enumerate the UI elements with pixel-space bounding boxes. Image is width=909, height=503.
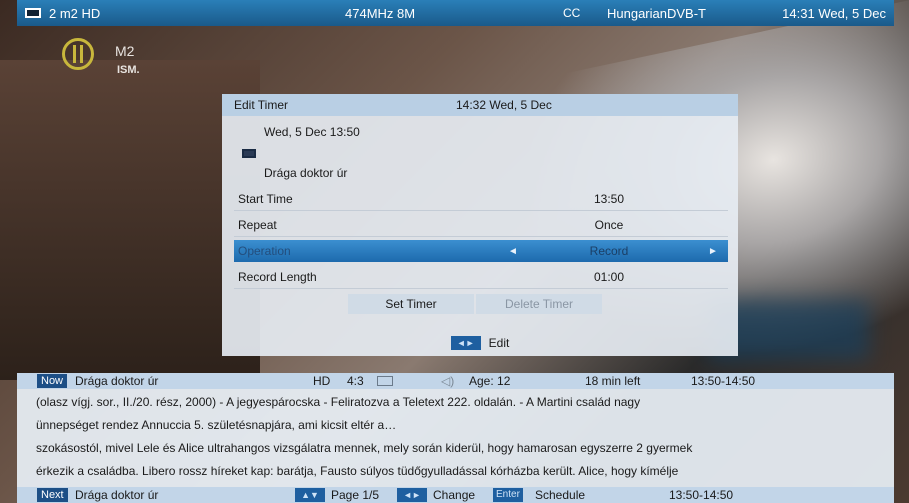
repeat-row[interactable]: Repeat Once: [234, 214, 728, 237]
channel-logo-name: M2: [115, 43, 135, 59]
page-key-icon: ▲▼: [295, 488, 325, 502]
next-time-range: 13:50-14:50: [669, 488, 734, 502]
arrow-left-icon[interactable]: ◄: [508, 246, 518, 257]
start-time-value: 13:50: [593, 192, 625, 206]
dialog-footer: ◄► Edit: [222, 330, 738, 356]
frequency: 474MHz 8M: [345, 5, 416, 21]
channel-name: 2 m2 HD: [49, 5, 101, 21]
record-length-row[interactable]: Record Length 01:00: [234, 266, 728, 289]
program-title: Drága doktor úr: [264, 166, 348, 180]
now-title: Drága doktor úr: [75, 374, 159, 388]
aspect-ratio: 4:3: [347, 374, 364, 388]
next-tag: Next: [37, 488, 68, 502]
dialog-title: Edit Timer: [234, 98, 289, 112]
start-time-label: Start Time: [238, 192, 293, 206]
operation-value: Record: [589, 244, 629, 258]
tv-icon: [242, 149, 256, 158]
schedule-hint[interactable]: Schedule: [535, 488, 585, 502]
edit-hint: Edit: [488, 336, 510, 350]
next-bar: Next Drága doktor úr ▲▼ Page 1/5 ◄► Chan…: [17, 487, 894, 503]
dialog-header: Edit Timer 14:32 Wed, 5 Dec: [222, 94, 738, 116]
set-timer-button[interactable]: Set Timer: [348, 294, 474, 314]
change-hint[interactable]: Change: [433, 488, 475, 502]
change-key-icon: ◄►: [397, 488, 427, 502]
format-badge: HD: [313, 374, 331, 388]
now-time-range: 13:50-14:50: [691, 374, 756, 388]
clock: 14:31 Wed, 5 Dec: [782, 5, 886, 21]
page-indicator[interactable]: Page 1/5: [331, 488, 379, 502]
tv-icon: [25, 8, 41, 18]
start-time-row[interactable]: Start Time 13:50: [234, 188, 728, 211]
channel-logo-sub: ISM.: [117, 64, 140, 76]
now-bar: Now Drága doktor úr HD 4:3 ◁) Age: 12 18…: [17, 373, 894, 389]
channel-info-bar: 2 m2 HD 474MHz 8M CC HungarianDVB-T 14:3…: [17, 0, 894, 26]
description-line: ünnepséget rendez Annuccia 5. születésna…: [36, 418, 397, 432]
description-line: érkezik a családba. Libero rossz híreket…: [36, 464, 679, 478]
subtitle-icon: [377, 376, 393, 386]
age-rating: Age: 12: [469, 374, 511, 388]
record-length-label: Record Length: [238, 270, 317, 284]
enter-key-icon: Enter: [493, 488, 523, 502]
dpad-icon: ◄►: [450, 336, 481, 350]
network-name: HungarianDVB-T: [607, 5, 706, 21]
subtitle-icon: CC: [563, 6, 581, 20]
operation-label: Operation: [238, 244, 291, 258]
arrow-right-icon[interactable]: ►: [708, 246, 718, 257]
edit-timer-dialog: Edit Timer 14:32 Wed, 5 Dec Wed, 5 Dec 1…: [222, 94, 738, 356]
program-date: Wed, 5 Dec 13:50: [264, 125, 360, 139]
description-line: (olasz vígj. sor., II./20. rész, 2000) -…: [36, 395, 641, 409]
next-title: Drága doktor úr: [75, 488, 159, 502]
channel-logo: [62, 38, 94, 70]
repeat-label: Repeat: [238, 218, 277, 232]
repeat-value: Once: [594, 218, 624, 232]
now-tag: Now: [37, 374, 68, 388]
audio-icon: ◁): [441, 374, 455, 388]
description-line: szokásostól, mivel Lele és Alice ultraha…: [36, 441, 693, 455]
dialog-clock: 14:32 Wed, 5 Dec: [456, 98, 552, 112]
delete-timer-button[interactable]: Delete Timer: [476, 294, 602, 314]
record-length-value: 01:00: [593, 270, 625, 284]
operation-row[interactable]: Operation ◄ Record ►: [234, 240, 728, 262]
time-left: 18 min left: [585, 374, 641, 388]
epg-info-panel: Now Drága doktor úr HD 4:3 ◁) Age: 12 18…: [17, 373, 894, 503]
